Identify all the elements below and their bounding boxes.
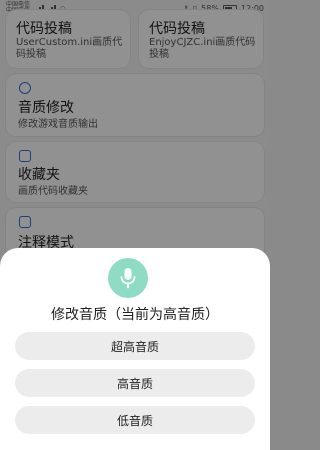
- app-screen: 中国电信 中国电信 ◠ ⚷ ▯ 58% 12:00 代码投稿 UserCusto…: [0, 0, 270, 450]
- option-ultra-high-quality[interactable]: 超高音质: [15, 332, 255, 360]
- sound-quality-sheet: 修改音质（当前为高音质） 超高音质 高音质 低音质: [0, 248, 270, 450]
- sheet-title: 修改音质（当前为高音质）: [51, 307, 219, 323]
- microphone-icon: [108, 258, 148, 298]
- option-low-quality[interactable]: 低音质: [15, 406, 255, 434]
- option-high-quality[interactable]: 高音质: [15, 369, 255, 397]
